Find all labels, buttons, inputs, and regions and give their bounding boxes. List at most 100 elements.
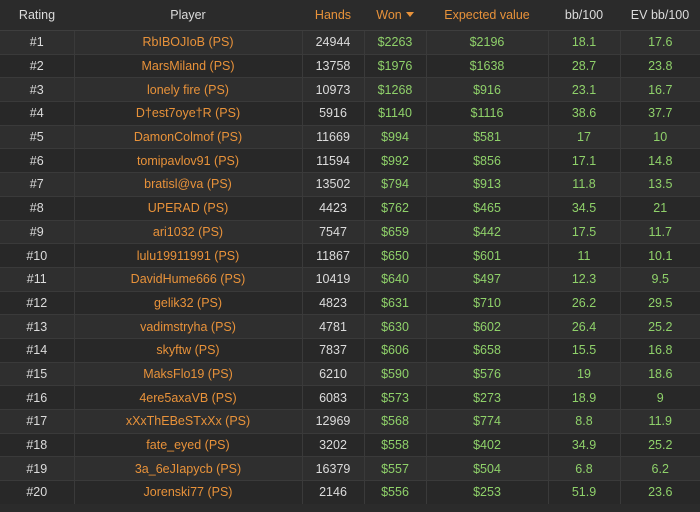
caret-down-icon (405, 12, 414, 17)
row-rank: #5 (0, 124, 75, 149)
player-name-link[interactable]: 4ere5axaVB (PS) (74, 385, 303, 410)
row-bb100: 15.5 (548, 337, 621, 363)
player-name-link[interactable]: 3a_6eJIapycb (PS) (74, 456, 303, 481)
column-header-rating: Rating (0, 0, 74, 31)
player-name-link[interactable]: MaksFlo19 (PS) (74, 361, 303, 386)
table-row: #13 vadimstryha (PS) 4781 $630 $602 26.4 25.2 (0, 314, 700, 339)
table-row: #9 ari1032 (PS) 7547 $659 $442 17.5 11.7 (0, 219, 700, 244)
table-row: #5 DamonColmof (PS) 11669 $994 $581 17 10 (0, 124, 700, 149)
row-rank: #7 (0, 172, 75, 197)
row-hands: 13502 (302, 172, 365, 197)
row-rank: #20 (0, 480, 75, 504)
row-ev-bb100: 16.7 (620, 77, 700, 102)
row-hands: 16379 (302, 456, 365, 481)
table-row: #18 fate_eyed (PS) 3202 $558 $402 34.9 25.2 (0, 432, 700, 457)
row-won: $2263 (364, 30, 427, 55)
table-row: #11 DavidHume666 (PS) 10419 $640 $497 12.3 9.5 (0, 266, 700, 292)
row-rank: #11 (0, 266, 75, 292)
row-ev-bb100: 11.7 (620, 219, 700, 244)
row-hands: 11669 (302, 124, 365, 149)
row-ev-bb100: 10.1 (620, 243, 700, 268)
row-ev-bb100: 18.6 (620, 361, 700, 386)
row-ev-bb100: 9 (620, 385, 700, 410)
row-won: $558 (364, 432, 427, 457)
column-header-bb100: bb/100 (548, 0, 620, 31)
column-header-won[interactable]: Won (364, 0, 426, 31)
row-won: $573 (364, 385, 427, 410)
row-expected-value: $774 (426, 409, 549, 434)
row-hands: 3202 (302, 432, 365, 457)
table-row: #10 lulu19911991 (PS) 11867 $650 $601 11 10.1 (0, 243, 700, 268)
row-expected-value: $1116 (426, 101, 549, 126)
player-name-link[interactable]: MarsMiland (PS) (74, 53, 303, 78)
player-name-link[interactable]: bratisl@va (PS) (74, 172, 303, 197)
row-ev-bb100: 23.8 (620, 53, 700, 78)
row-bb100: 17 (548, 124, 621, 149)
column-header-hands[interactable]: Hands (302, 0, 364, 31)
player-name-link[interactable]: UPERAD (PS) (74, 195, 303, 220)
row-won: $794 (364, 172, 427, 197)
row-rank: #4 (0, 101, 75, 126)
player-name-link[interactable]: RbIBOJIoB (PS) (74, 30, 303, 55)
row-ev-bb100: 21 (620, 195, 700, 220)
player-name-link[interactable]: skyftw (PS) (74, 337, 303, 363)
row-expected-value: $273 (426, 385, 549, 410)
row-won: $568 (364, 409, 427, 434)
player-name-link[interactable]: DamonColmof (PS) (74, 124, 303, 149)
row-rank: #10 (0, 243, 75, 268)
row-hands: 5916 (302, 101, 365, 126)
player-name-link[interactable]: lulu19911991 (PS) (74, 243, 303, 268)
row-bb100: 12.3 (548, 266, 621, 292)
player-name-link[interactable]: Jorenski77 (PS) (74, 480, 303, 504)
row-rank: #12 (0, 290, 75, 315)
row-won: $992 (364, 148, 427, 173)
row-bb100: 28.7 (548, 53, 621, 78)
row-expected-value: $602 (426, 314, 549, 339)
column-header-ev-bb100: EV bb/100 (620, 0, 700, 31)
row-rank: #19 (0, 456, 75, 481)
player-name-link[interactable]: lonely fire (PS) (74, 77, 303, 102)
player-name-link[interactable]: ari1032 (PS) (74, 219, 303, 244)
row-expected-value: $913 (426, 172, 549, 197)
row-rank: #3 (0, 77, 75, 102)
row-won: $630 (364, 314, 427, 339)
row-ev-bb100: 37.7 (620, 101, 700, 126)
row-ev-bb100: 10 (620, 124, 700, 149)
column-header-expected-value[interactable]: Expected value (426, 0, 548, 31)
player-name-link[interactable]: vadimstryha (PS) (74, 314, 303, 339)
row-hands: 6083 (302, 385, 365, 410)
row-hands: 7547 (302, 219, 365, 244)
row-won: $590 (364, 361, 427, 386)
row-ev-bb100: 14.8 (620, 148, 700, 173)
row-rank: #15 (0, 361, 75, 386)
row-won: $606 (364, 337, 427, 363)
row-expected-value: $253 (426, 480, 549, 504)
row-ev-bb100: 16.8 (620, 337, 700, 363)
row-bb100: 26.2 (548, 290, 621, 315)
row-ev-bb100: 6.2 (620, 456, 700, 481)
row-bb100: 17.1 (548, 148, 621, 173)
player-name-link[interactable]: xXxThEBeSTxXx (PS) (74, 409, 303, 434)
row-won: $659 (364, 219, 427, 244)
row-ev-bb100: 17.6 (620, 30, 700, 55)
table-row: #6 tomipavlov91 (PS) 11594 $992 $856 17.1 14.8 (0, 148, 700, 173)
player-name-link[interactable]: fate_eyed (PS) (74, 432, 303, 457)
player-name-link[interactable]: gelik32 (PS) (74, 290, 303, 315)
row-hands: 10419 (302, 266, 365, 292)
row-rank: #14 (0, 337, 75, 363)
row-bb100: 11 (548, 243, 621, 268)
row-bb100: 6.8 (548, 456, 621, 481)
column-header-player: Player (74, 0, 302, 31)
row-ev-bb100: 11.9 (620, 409, 700, 434)
player-name-link[interactable]: D†est7oye†R (PS) (74, 101, 303, 126)
row-bb100: 19 (548, 361, 621, 386)
player-name-link[interactable]: tomipavlov91 (PS) (74, 148, 303, 173)
row-bb100: 23.1 (548, 77, 621, 102)
row-expected-value: $497 (426, 266, 549, 292)
table-row: #3 lonely fire (PS) 10973 $1268 $916 23.1 16.7 (0, 77, 700, 102)
row-hands: 11867 (302, 243, 365, 268)
row-hands: 2146 (302, 480, 365, 504)
leaderboard-table: Rating Player Hands Won Expected value b… (0, 0, 700, 504)
player-name-link[interactable]: DavidHume666 (PS) (74, 266, 303, 292)
table-row: #12 gelik32 (PS) 4823 $631 $710 26.2 29.5 (0, 290, 700, 315)
